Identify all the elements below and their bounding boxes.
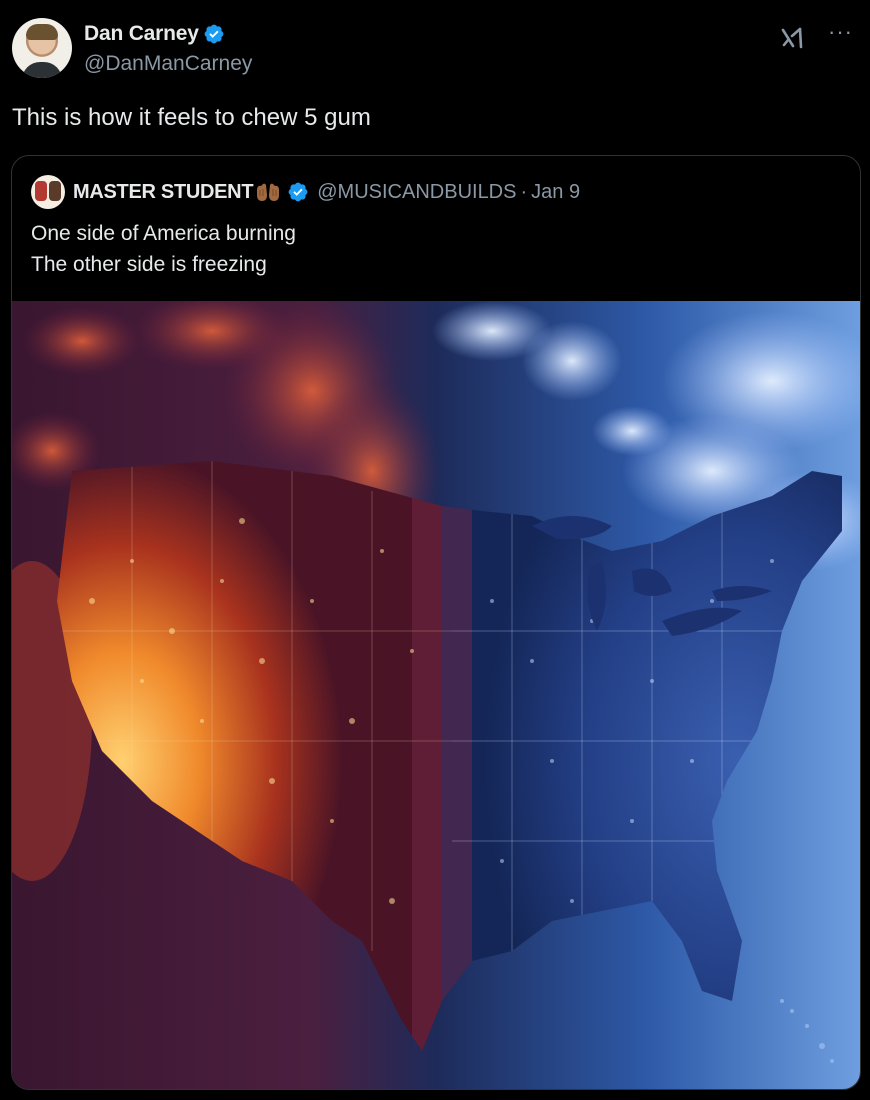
author-display-name[interactable]: Dan Carney <box>84 22 199 46</box>
quoted-author-handle[interactable]: @MUSICANDBUILDS <box>317 181 516 204</box>
quoted-avatar[interactable] <box>31 175 65 209</box>
palms-up-emoji-icon <box>257 183 280 201</box>
tweet-header: Dan Carney @DanManCarney ··· <box>12 18 858 82</box>
quoted-verified-badge-icon <box>288 182 308 202</box>
separator-dot: · <box>520 180 528 203</box>
quoted-tweet-text: One side of America burning The other si… <box>31 218 296 280</box>
quoted-tweet-date[interactable]: Jan 9 <box>531 181 580 204</box>
author-name-row: Dan Carney <box>84 22 225 46</box>
avatar[interactable] <box>12 18 72 78</box>
quoted-tweet[interactable]: MASTER STUDENT @MUSICANDBUILDS · Jan 9 O… <box>11 155 861 1090</box>
grok-icon[interactable] <box>780 26 806 50</box>
tweet-text: This is how it feels to chew 5 gum <box>12 104 371 131</box>
fire-ice-usa-map-image <box>12 301 860 1089</box>
more-icon[interactable]: ··· <box>828 21 858 43</box>
verified-badge-icon <box>204 24 224 44</box>
quoted-text-line-1: One side of America burning <box>31 222 296 245</box>
quoted-tweet-header: MASTER STUDENT @MUSICANDBUILDS · Jan 9 <box>31 175 580 209</box>
quoted-media-image[interactable] <box>12 301 860 1089</box>
quoted-text-line-2: The other side is freezing <box>31 253 267 276</box>
quoted-author-display-name[interactable]: MASTER STUDENT <box>73 181 254 204</box>
author-handle[interactable]: @DanManCarney <box>84 52 252 76</box>
